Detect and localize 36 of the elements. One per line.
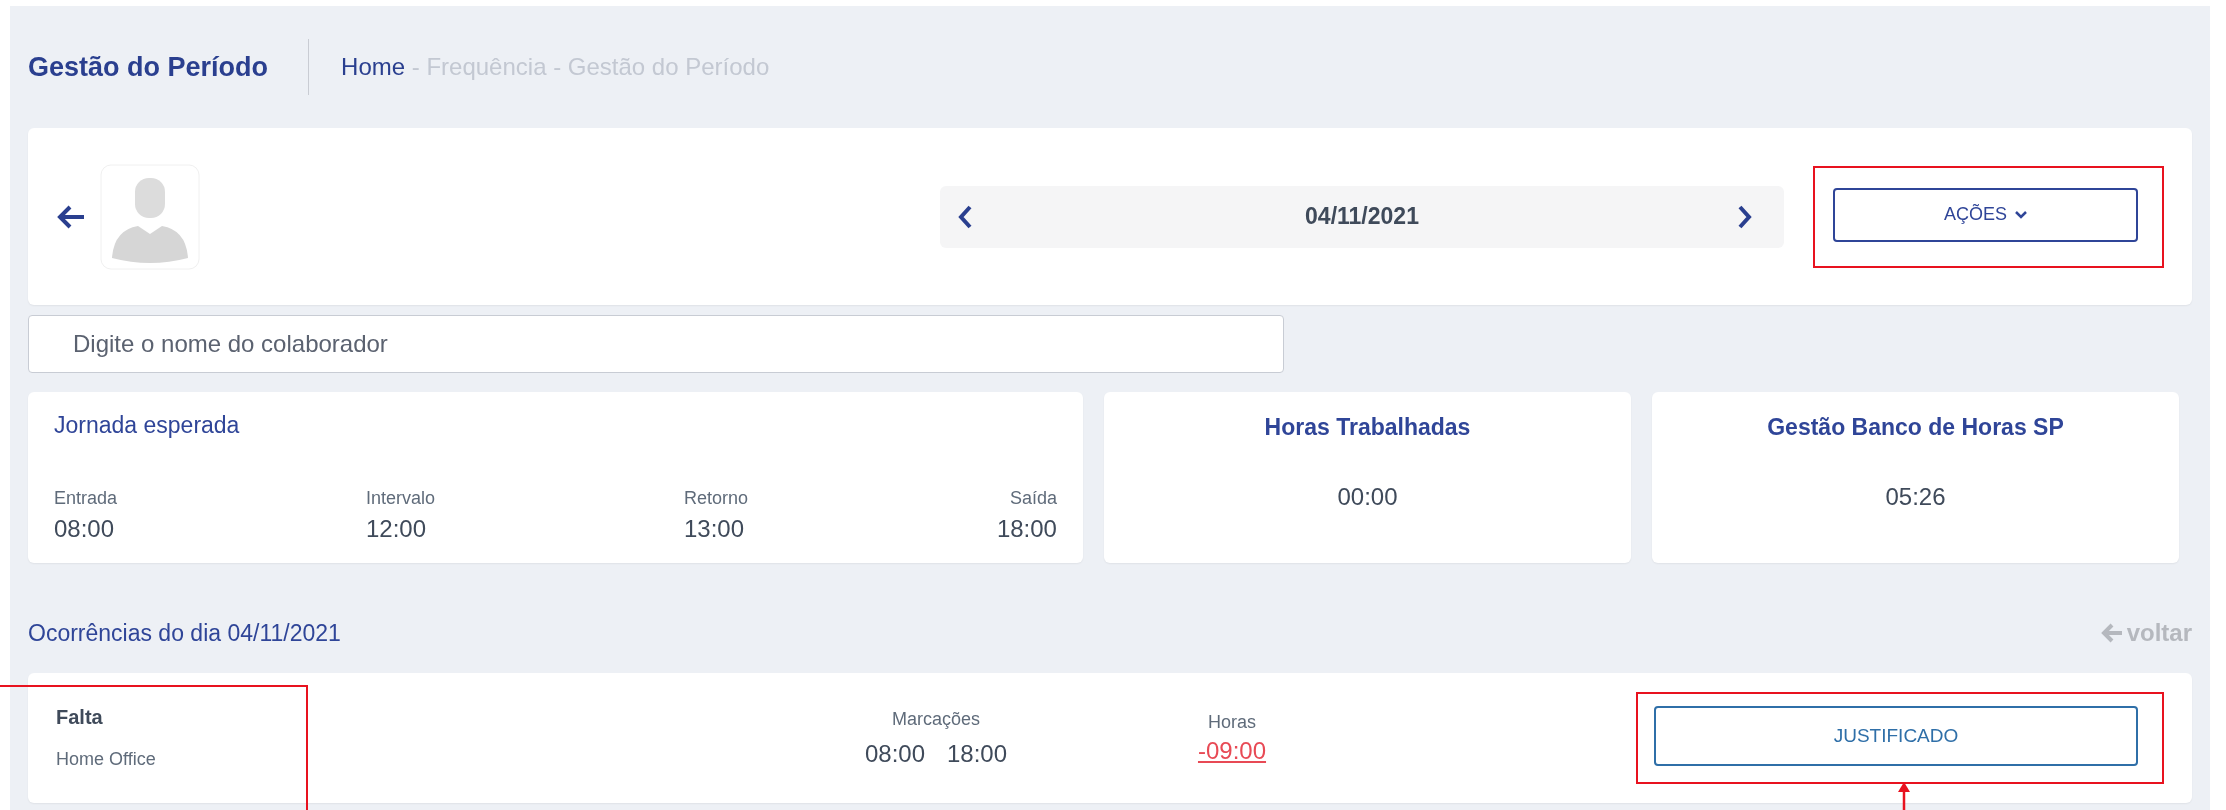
back-arrow-icon — [2100, 623, 2123, 643]
breadcrumb-link[interactable]: Home — [341, 53, 406, 80]
schedule-time: 13:00 — [683, 515, 744, 543]
back-label: voltar — [2126, 619, 2192, 647]
section-title: Ocorrências do dia 04/11/2021 — [28, 619, 341, 647]
schedule-label: Retorno — [683, 488, 748, 509]
card-title: Horas Trabalhadas — [1264, 414, 1471, 441]
avatar-icon — [100, 163, 200, 270]
mark-time: 08:00 — [864, 739, 925, 768]
schedule-label: Entrada — [54, 488, 118, 509]
previous-chevron-icon[interactable] — [956, 203, 974, 230]
breadcrumb-separator: - — [410, 53, 421, 80]
next-chevron-icon[interactable] — [1736, 203, 1754, 230]
caret-icon — [2015, 210, 2027, 219]
occurrence-detail: Home Office — [56, 749, 157, 770]
search-field[interactable]: Digite o nome do colaborador — [28, 315, 1284, 373]
schedule-label: Intervalo — [365, 488, 435, 509]
mark-time: 18:00 — [947, 739, 1008, 768]
summary-value: 05:26 — [1885, 483, 1946, 511]
occurrence-type: Falta — [56, 706, 104, 729]
schedule-time: 18:00 — [996, 515, 1057, 543]
card-title: Jornada esperada — [54, 412, 241, 439]
hours-label: Horas — [1208, 711, 1256, 733]
summary-value: 00:00 — [1337, 483, 1398, 511]
current-date: 04/11/2021 — [1305, 203, 1419, 230]
schedule-time: 08:00 — [54, 515, 115, 543]
page-title: Gestão do Período — [28, 51, 270, 83]
hours-value: -09:00 — [1197, 736, 1267, 765]
actions-button[interactable]: AÇÕES — [1833, 187, 2138, 242]
status-button[interactable]: JUSTIFICADO — [1654, 706, 2138, 766]
schedule-label: Saída — [1009, 488, 1057, 509]
back-arrow-icon[interactable] — [56, 203, 86, 230]
card-title: Gestão Banco de Horas SP — [1767, 414, 2064, 441]
breadcrumb-separator: - — [552, 53, 563, 80]
schedule-time: 12:00 — [365, 515, 427, 543]
marks-label: Marcações — [892, 708, 980, 730]
